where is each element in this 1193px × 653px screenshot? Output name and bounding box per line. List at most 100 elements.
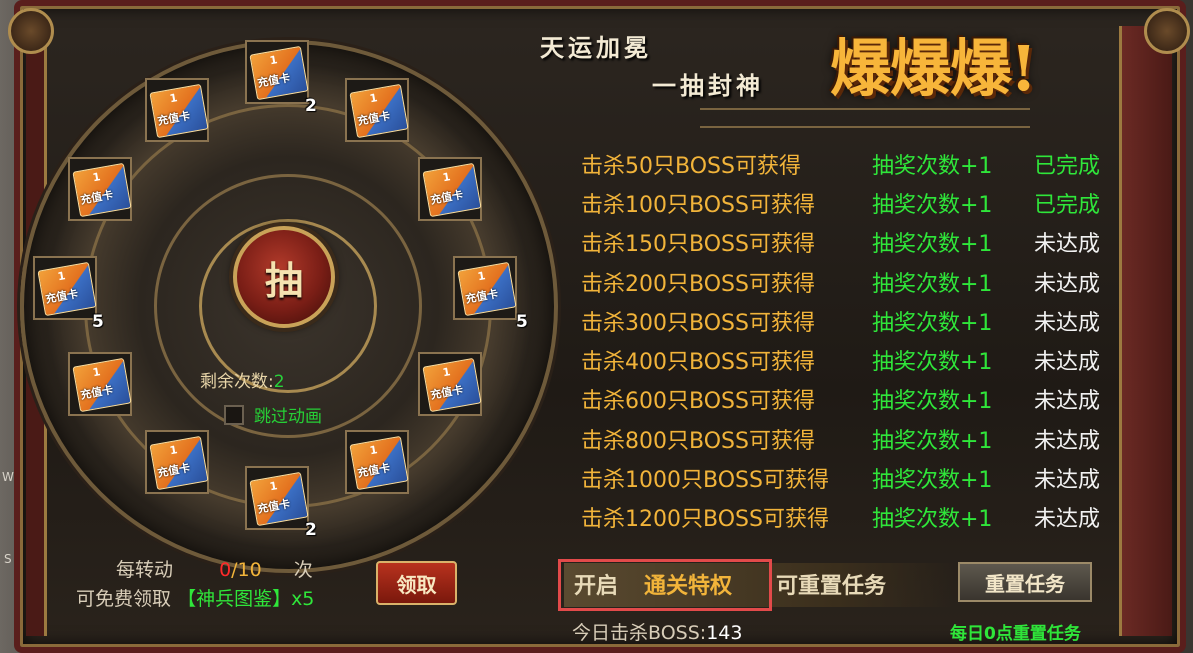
task-row: 击杀100只BOSS可获得 抽奖次数+1 已完成: [581, 183, 1121, 222]
task-row: 击杀400只BOSS可获得 抽奖次数+1 未达成: [581, 340, 1121, 379]
reset-tasks-button[interactable]: 重置任务: [958, 562, 1092, 602]
card-amount: 1: [168, 91, 179, 106]
task-condition: 击杀800只BOSS可获得: [581, 428, 815, 454]
task-status: 未达成: [1034, 350, 1101, 376]
card-text: 充值卡: [79, 383, 115, 402]
task-row: 击杀1000只BOSS可获得 抽奖次数+1 未达成: [581, 458, 1121, 497]
slot-count: 2: [305, 96, 317, 116]
reward-slot[interactable]: 1 充值卡: [245, 466, 309, 530]
reward-slot[interactable]: 1 充值卡: [345, 430, 409, 494]
task-list: 击杀50只BOSS可获得 抽奖次数+1 已完成 击杀100只BOSS可获得 抽奖次数+1…: [581, 144, 1121, 537]
free-reward-item: 【神兵图鉴】x5: [177, 588, 315, 610]
right-pillar: [1119, 26, 1172, 636]
recharge-card-icon: 1 充值卡: [149, 435, 209, 491]
reward-slot[interactable]: 1 充值卡: [68, 157, 132, 221]
recharge-card-icon: 1 充值卡: [422, 162, 482, 218]
card-text: 充值卡: [429, 188, 465, 207]
task-condition: 击杀150只BOSS可获得: [581, 232, 815, 258]
reward-slot[interactable]: 1 充值卡: [418, 157, 482, 221]
task-reward: 抽奖次数+1: [872, 271, 993, 297]
task-condition: 击杀300只BOSS可获得: [581, 310, 815, 336]
slot-count: 5: [516, 312, 528, 332]
card-amount: 1: [368, 443, 379, 458]
task-row: 击杀600只BOSS可获得 抽奖次数+1 未达成: [581, 380, 1121, 419]
card-amount: 1: [441, 365, 452, 380]
today-kills-value: 143: [706, 622, 743, 644]
remaining-draws-label: 剩余次数:: [200, 372, 274, 392]
spin-progress-label: 每转动: [116, 559, 174, 581]
task-row: 击杀1200只BOSS可获得 抽奖次数+1 未达成: [581, 498, 1121, 537]
card-text: 充值卡: [79, 188, 115, 207]
today-kills-label: 今日击杀BOSS:: [572, 622, 707, 644]
remaining-draws-value: 2: [273, 372, 285, 392]
title-line-1: 天运加冕: [540, 33, 652, 62]
title-ornament: [700, 108, 1030, 128]
recharge-card-icon: 1 充值卡: [149, 83, 209, 139]
task-reward: 抽奖次数+1: [872, 350, 993, 376]
key-hint-s: S: [4, 552, 12, 566]
reward-slot[interactable]: 1 充值卡: [418, 352, 482, 416]
title-big: 爆爆爆!: [830, 32, 1037, 105]
claim-button[interactable]: 领取: [376, 561, 457, 605]
task-condition: 击杀100只BOSS可获得: [581, 192, 815, 218]
task-reward: 抽奖次数+1: [872, 507, 993, 533]
task-condition: 击杀1000只BOSS可获得: [581, 468, 829, 494]
card-amount: 1: [476, 269, 487, 284]
reward-slot[interactable]: 1 充值卡: [33, 256, 97, 320]
task-row: 击杀200只BOSS可获得 抽奖次数+1 未达成: [581, 262, 1121, 301]
reward-slot[interactable]: 1 充值卡: [345, 78, 409, 142]
title-line-2: 一抽封神: [652, 71, 764, 100]
task-status: 未达成: [1034, 310, 1101, 336]
reward-slot[interactable]: 1 充值卡: [145, 430, 209, 494]
card-text: 充值卡: [256, 497, 292, 516]
task-row: 击杀300只BOSS可获得 抽奖次数+1 未达成: [581, 301, 1121, 340]
task-reward: 抽奖次数+1: [872, 389, 993, 415]
skip-animation-checkbox[interactable]: [224, 404, 244, 425]
task-condition: 击杀400只BOSS可获得: [581, 350, 815, 376]
card-text: 充值卡: [356, 109, 392, 128]
card-amount: 1: [368, 91, 379, 106]
task-reward: 抽奖次数+1: [872, 310, 993, 336]
task-status: 已完成: [1034, 153, 1101, 179]
card-amount: 1: [91, 365, 102, 380]
skip-animation[interactable]: 跳过动画: [224, 402, 322, 427]
recharge-card-icon: 1 充值卡: [72, 357, 132, 413]
task-status: 未达成: [1034, 468, 1101, 494]
free-reward-label: 可免费领取: [76, 588, 172, 610]
card-text: 充值卡: [356, 461, 392, 480]
privilege-reset-note: 可重置任务: [776, 574, 887, 599]
skip-animation-label: 跳过动画: [254, 407, 322, 427]
card-amount: 1: [268, 479, 279, 494]
task-condition: 击杀50只BOSS可获得: [581, 153, 801, 179]
corner-ornament: [1144, 8, 1190, 54]
task-status: 已完成: [1034, 192, 1101, 218]
card-text: 充值卡: [429, 383, 465, 402]
task-condition: 击杀200只BOSS可获得: [581, 271, 815, 297]
key-hint-w: W: [2, 470, 14, 484]
draw-button[interactable]: 抽: [233, 226, 335, 328]
recharge-card-icon: 1 充值卡: [72, 162, 132, 218]
task-reward: 抽奖次数+1: [872, 428, 993, 454]
recharge-card-icon: 1 充值卡: [457, 261, 517, 317]
reward-slot[interactable]: 1 充值卡: [453, 256, 517, 320]
task-row: 击杀50只BOSS可获得 抽奖次数+1 已完成: [581, 144, 1121, 183]
spin-progress: 每转动 0/10 次: [116, 555, 313, 582]
task-status: 未达成: [1034, 271, 1101, 297]
task-status: 未达成: [1034, 428, 1101, 454]
reward-slot[interactable]: 1 充值卡: [68, 352, 132, 416]
recharge-card-icon: 1 充值卡: [37, 261, 97, 317]
task-row: 击杀150只BOSS可获得 抽奖次数+1 未达成: [581, 223, 1121, 262]
card-amount: 1: [56, 269, 67, 284]
recharge-card-icon: 1 充值卡: [349, 83, 409, 139]
task-reward: 抽奖次数+1: [872, 468, 993, 494]
recharge-card-icon: 1 充值卡: [249, 45, 309, 101]
recharge-card-icon: 1 充值卡: [249, 471, 309, 527]
card-text: 充值卡: [256, 71, 292, 90]
task-condition: 击杀1200只BOSS可获得: [581, 507, 829, 533]
card-amount: 1: [441, 170, 452, 185]
task-reward: 抽奖次数+1: [872, 153, 993, 179]
daily-reset-note: 每日0点重置任务: [950, 624, 1081, 644]
reward-slot[interactable]: 1 充值卡: [145, 78, 209, 142]
task-reward: 抽奖次数+1: [872, 192, 993, 218]
reward-slot[interactable]: 1 充值卡: [245, 40, 309, 104]
